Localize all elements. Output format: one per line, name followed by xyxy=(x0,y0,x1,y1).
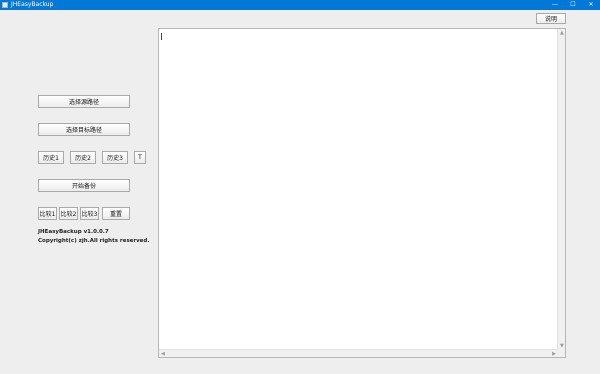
history-2-button[interactable]: 历史2 xyxy=(70,151,96,164)
version-label: JHEasyBackup v1.0.0.7 xyxy=(38,229,109,235)
compare-3-button[interactable]: 比较3 xyxy=(80,207,99,220)
window-title: JHEasyBackup xyxy=(11,1,54,8)
scroll-left-arrow-icon[interactable]: ◀ xyxy=(161,351,165,357)
scrollbar-corner xyxy=(557,349,565,357)
window-controls: — ☐ ✕ xyxy=(546,0,600,10)
start-backup-button[interactable]: 开始备份 xyxy=(38,179,130,192)
text-caret xyxy=(161,33,162,40)
history-1-button[interactable]: 历史1 xyxy=(38,151,64,164)
compare-1-button[interactable]: 比较1 xyxy=(38,207,57,220)
title-bar: JHEasyBackup — ☐ ✕ xyxy=(0,0,600,10)
select-source-path-button[interactable]: 选择源路径 xyxy=(38,95,130,108)
reset-button[interactable]: 重置 xyxy=(102,207,130,220)
copyright-label: Copyright(c) zjh.All rights reserved. xyxy=(38,238,150,244)
history-more-button[interactable]: T xyxy=(134,151,146,164)
scroll-right-arrow-icon[interactable]: ▶ xyxy=(552,351,556,357)
vertical-scrollbar[interactable]: ▲ ▼ xyxy=(557,29,565,350)
help-button[interactable]: 说明 xyxy=(536,13,566,24)
close-button[interactable]: ✕ xyxy=(582,0,600,10)
maximize-button[interactable]: ☐ xyxy=(564,0,582,10)
horizontal-scrollbar[interactable]: ◀ ▶ xyxy=(159,349,558,357)
log-text-area[interactable]: ▲ ▼ ◀ ▶ xyxy=(158,28,566,358)
compare-2-button[interactable]: 比较2 xyxy=(59,207,78,220)
history-3-button[interactable]: 历史3 xyxy=(102,151,128,164)
minimize-button[interactable]: — xyxy=(546,0,564,10)
scroll-up-arrow-icon[interactable]: ▲ xyxy=(560,30,564,36)
select-target-path-button[interactable]: 选择目标路径 xyxy=(38,123,130,136)
app-icon xyxy=(2,2,8,8)
